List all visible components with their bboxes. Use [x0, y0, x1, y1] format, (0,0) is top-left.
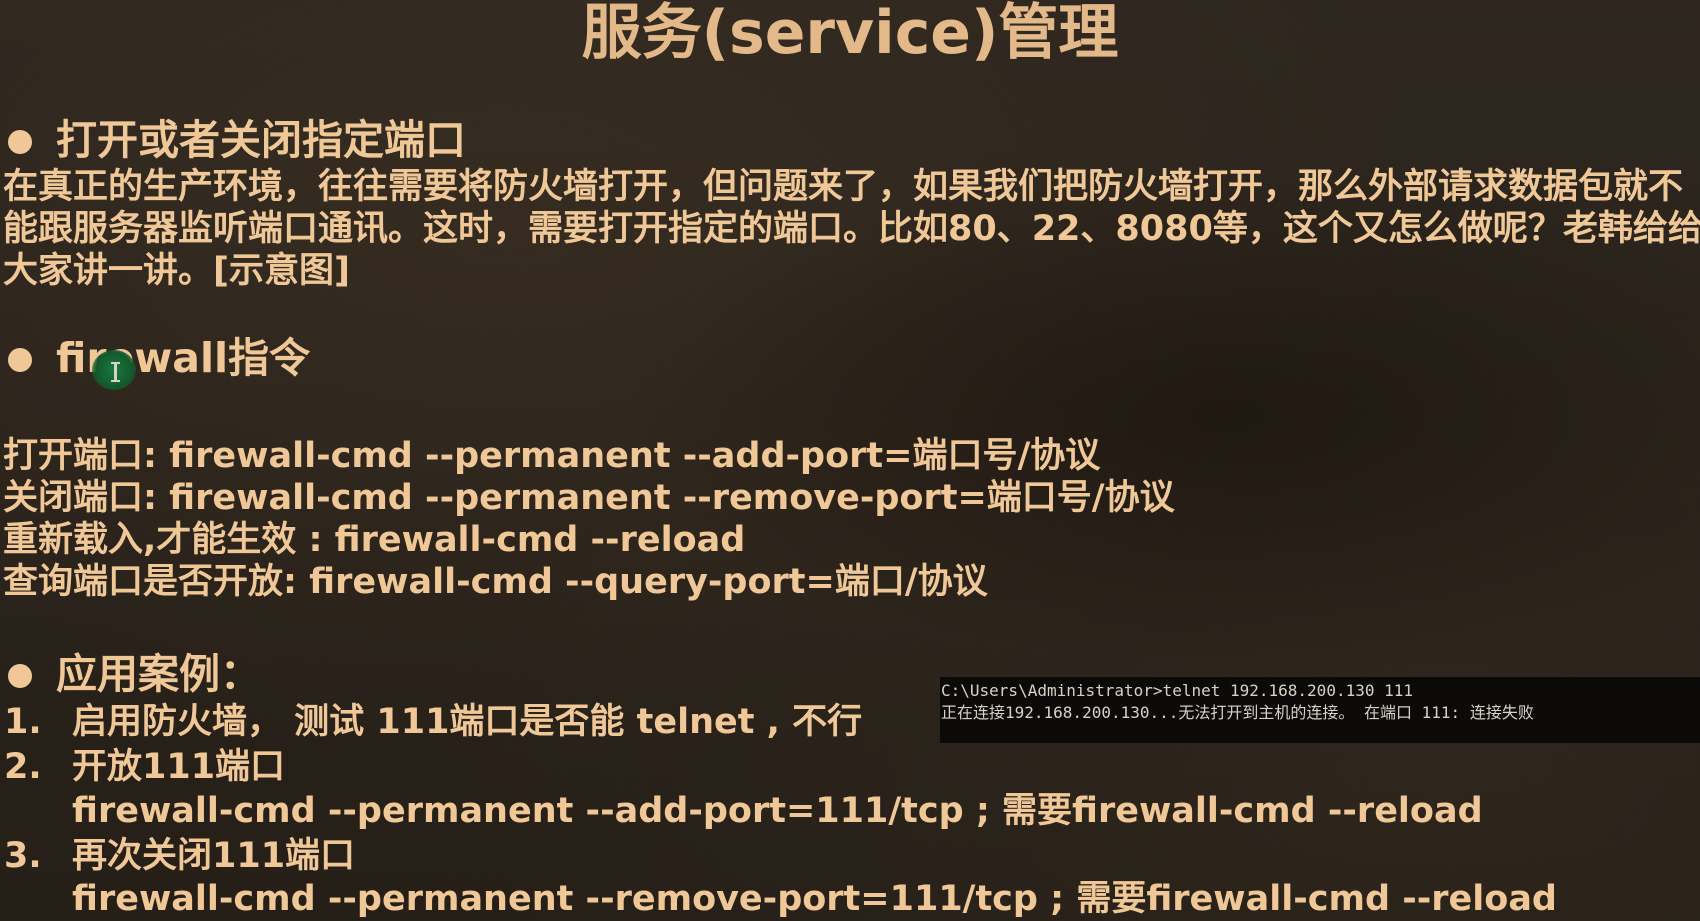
list-item: 再次关闭111端口 [72, 836, 356, 876]
console-line: 正在连接192.168.200.130...无法打开到主机的连接。 在端口 11… [941, 703, 1534, 722]
paragraph-line: 大家讲一讲。[示意图] [3, 251, 350, 291]
bullet-icon [8, 348, 32, 372]
bullet-icon [8, 130, 32, 154]
section-heading-ports: 打开或者关闭指定端口 [56, 116, 466, 164]
console-line: C:\Users\Administrator>telnet 192.168.20… [941, 681, 1414, 700]
command-line: 查询端口是否开放: firewall-cmd --query-port=端口/协… [3, 562, 988, 602]
bullet-icon [8, 664, 32, 688]
slide-title: 服务(service)管理 [581, 0, 1119, 68]
list-item: firewall-cmd --permanent --add-port=111/… [72, 791, 1483, 831]
command-line: 重新载入,才能生效 : firewall-cmd --reload [3, 520, 746, 560]
list-number: 1. [4, 702, 42, 742]
text-cursor-icon [111, 362, 120, 382]
list-number: 2. [4, 747, 42, 787]
command-line: 打开端口: firewall-cmd --permanent --add-por… [3, 436, 1101, 476]
list-item: 启用防火墙， 测试 111端口是否能 telnet , 不行 [72, 702, 863, 742]
command-line: 关闭端口: firewall-cmd --permanent --remove-… [3, 478, 1175, 518]
list-number: 3. [4, 836, 42, 876]
paragraph-line: 在真正的生产环境，往往需要将防火墙打开，但问题来了，如果我们把防火墙打开，那么外… [3, 167, 1684, 207]
section-heading-cases: 应用案例： [56, 650, 261, 698]
list-item: firewall-cmd --permanent --remove-port=1… [72, 879, 1557, 919]
console-screenshot: C:\Users\Administrator>telnet 192.168.20… [940, 677, 1700, 743]
list-item: 开放111端口 [72, 747, 286, 787]
paragraph-line: 能跟服务器监听端口通讯。这时，需要打开指定的端口。比如80、22、8080等，这… [3, 209, 1700, 249]
